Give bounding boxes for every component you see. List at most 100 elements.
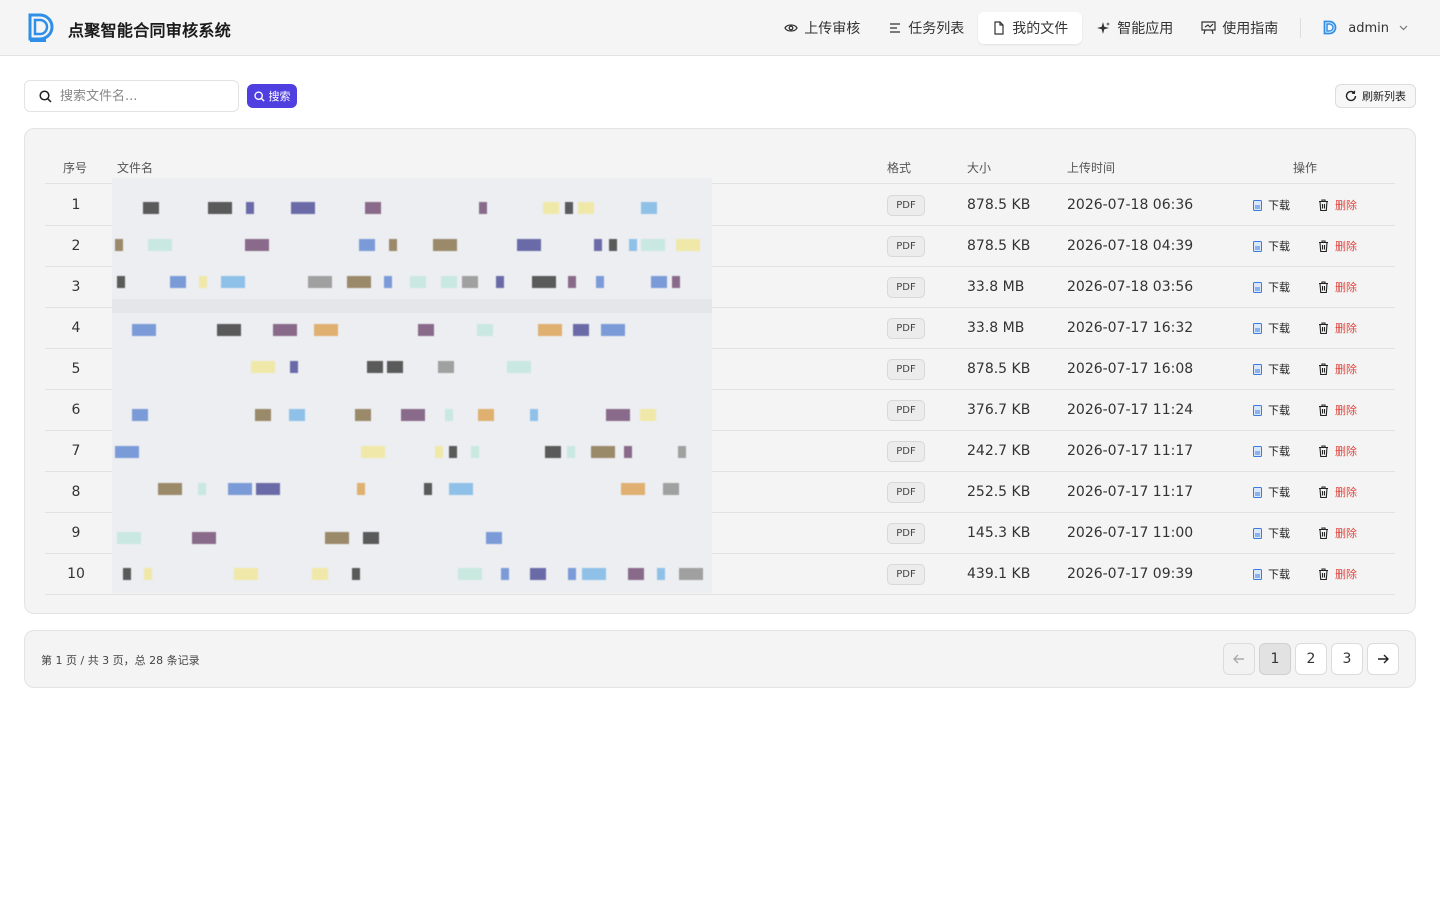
redaction-pixel	[530, 568, 546, 580]
download-button[interactable]: 下载	[1253, 197, 1290, 213]
redaction-pixel	[433, 239, 457, 251]
nav-task-list[interactable]: 任务列表	[874, 12, 978, 44]
search-icon	[253, 90, 265, 102]
delete-button[interactable]: 删除	[1318, 484, 1357, 500]
nav-my-files[interactable]: 我的文件	[978, 12, 1083, 44]
page-button-1[interactable]: 1	[1259, 643, 1291, 675]
redaction-pixel	[445, 409, 453, 421]
delete-label: 删除	[1335, 527, 1357, 540]
redaction-pixel	[438, 361, 454, 373]
header-size: 大小	[967, 161, 992, 175]
redaction-pixel	[568, 568, 576, 580]
delete-label: 删除	[1335, 363, 1357, 376]
download-button[interactable]: 下载	[1253, 238, 1290, 254]
delete-label: 删除	[1335, 404, 1357, 417]
eye-icon	[784, 24, 798, 32]
prev-page-button[interactable]	[1223, 643, 1255, 675]
delete-button[interactable]: 删除	[1318, 566, 1357, 582]
redaction-pixel	[641, 202, 657, 214]
row-size: 439.1 KB	[967, 566, 1031, 582]
file-download-icon	[1253, 445, 1262, 457]
search-input[interactable]	[60, 88, 220, 104]
file-download-icon	[1253, 281, 1262, 293]
redaction-pixel	[641, 239, 665, 251]
redaction-pixel	[418, 324, 434, 336]
header-format: 格式	[887, 161, 912, 175]
nav-label: 智能应用	[1117, 21, 1174, 37]
next-page-button[interactable]	[1367, 643, 1399, 675]
row-upload-time: 2026-07-17 11:24	[1067, 402, 1194, 418]
redaction-pixel	[117, 276, 125, 288]
format-badge: PDF	[887, 236, 925, 257]
row-size: 242.7 KB	[967, 443, 1031, 459]
download-label: 下载	[1268, 363, 1290, 376]
redaction-strip	[112, 299, 712, 313]
delete-button[interactable]: 删除	[1318, 525, 1357, 541]
nav-user-guide[interactable]: 使用指南	[1187, 12, 1292, 44]
download-button[interactable]: 下载	[1253, 320, 1290, 336]
row-size: 33.8 MB	[967, 279, 1025, 295]
delete-button[interactable]: 删除	[1318, 197, 1357, 213]
delete-button[interactable]: 删除	[1318, 238, 1357, 254]
download-button[interactable]: 下载	[1253, 484, 1290, 500]
redaction-pixel	[384, 276, 392, 288]
row-upload-time: 2026-07-17 11:00	[1067, 525, 1194, 541]
redaction-pixel	[290, 361, 298, 373]
redaction-pixel	[115, 446, 139, 458]
redaction-pixel	[401, 409, 425, 421]
search-button[interactable]: 搜索	[247, 84, 297, 108]
user-menu[interactable]: admin	[1309, 12, 1440, 44]
redaction-pixel	[543, 202, 559, 214]
redaction-pixel	[606, 409, 630, 421]
row-index: 3	[71, 279, 81, 295]
download-label: 下载	[1268, 199, 1290, 212]
redaction-pixel	[387, 361, 403, 373]
redaction-pixel	[640, 409, 656, 421]
row-index: 1	[71, 197, 81, 213]
redaction-pixel	[657, 568, 665, 580]
redaction-pixel	[678, 446, 686, 458]
delete-button[interactable]: 删除	[1318, 443, 1357, 459]
row-upload-time: 2026-07-17 11:17	[1067, 484, 1194, 500]
pagination: 第 1 页 / 共 3 页，总 28 条记录 1 2 3	[24, 630, 1416, 688]
row-size: 33.8 MB	[967, 320, 1025, 336]
redacted-filenames	[112, 178, 712, 593]
redaction-pixel	[389, 239, 397, 251]
redaction-pixel	[424, 483, 432, 495]
redaction-pixel	[573, 324, 589, 336]
row-upload-time: 2026-07-18 03:56	[1067, 279, 1194, 295]
redaction-pixel	[357, 483, 365, 495]
redaction-pixel	[621, 483, 645, 495]
redaction-pixel	[289, 409, 305, 421]
download-button[interactable]: 下载	[1253, 279, 1290, 295]
download-button[interactable]: 下载	[1253, 361, 1290, 377]
download-button[interactable]: 下载	[1253, 525, 1290, 541]
redaction-pixel	[538, 324, 562, 336]
download-button[interactable]: 下载	[1253, 443, 1290, 459]
delete-label: 删除	[1335, 281, 1357, 294]
search-field	[24, 80, 239, 112]
page-button-2[interactable]: 2	[1295, 643, 1327, 675]
file-download-icon	[1253, 568, 1262, 580]
download-button[interactable]: 下载	[1253, 402, 1290, 418]
delete-button[interactable]: 删除	[1318, 320, 1357, 336]
refresh-list-button[interactable]: 刷新列表	[1335, 84, 1416, 108]
row-index: 8	[71, 484, 81, 500]
delete-button[interactable]: 删除	[1318, 402, 1357, 418]
delete-button[interactable]: 删除	[1318, 361, 1357, 377]
file-download-icon	[1253, 363, 1262, 375]
page-button-3[interactable]: 3	[1331, 643, 1363, 675]
download-button[interactable]: 下载	[1253, 566, 1290, 582]
delete-label: 删除	[1335, 199, 1357, 212]
nav-smart-apps[interactable]: 智能应用	[1082, 12, 1187, 44]
nav-upload-review[interactable]: 上传审核	[770, 12, 874, 44]
delete-label: 删除	[1335, 445, 1357, 458]
file-download-icon	[1253, 240, 1262, 252]
row-size: 145.3 KB	[967, 525, 1031, 541]
delete-button[interactable]: 删除	[1318, 279, 1357, 295]
guide-icon	[1201, 21, 1216, 35]
redaction-pixel	[517, 239, 541, 251]
row-index: 2	[71, 238, 81, 254]
redaction-pixel	[441, 276, 457, 288]
redaction-pixel	[255, 409, 271, 421]
